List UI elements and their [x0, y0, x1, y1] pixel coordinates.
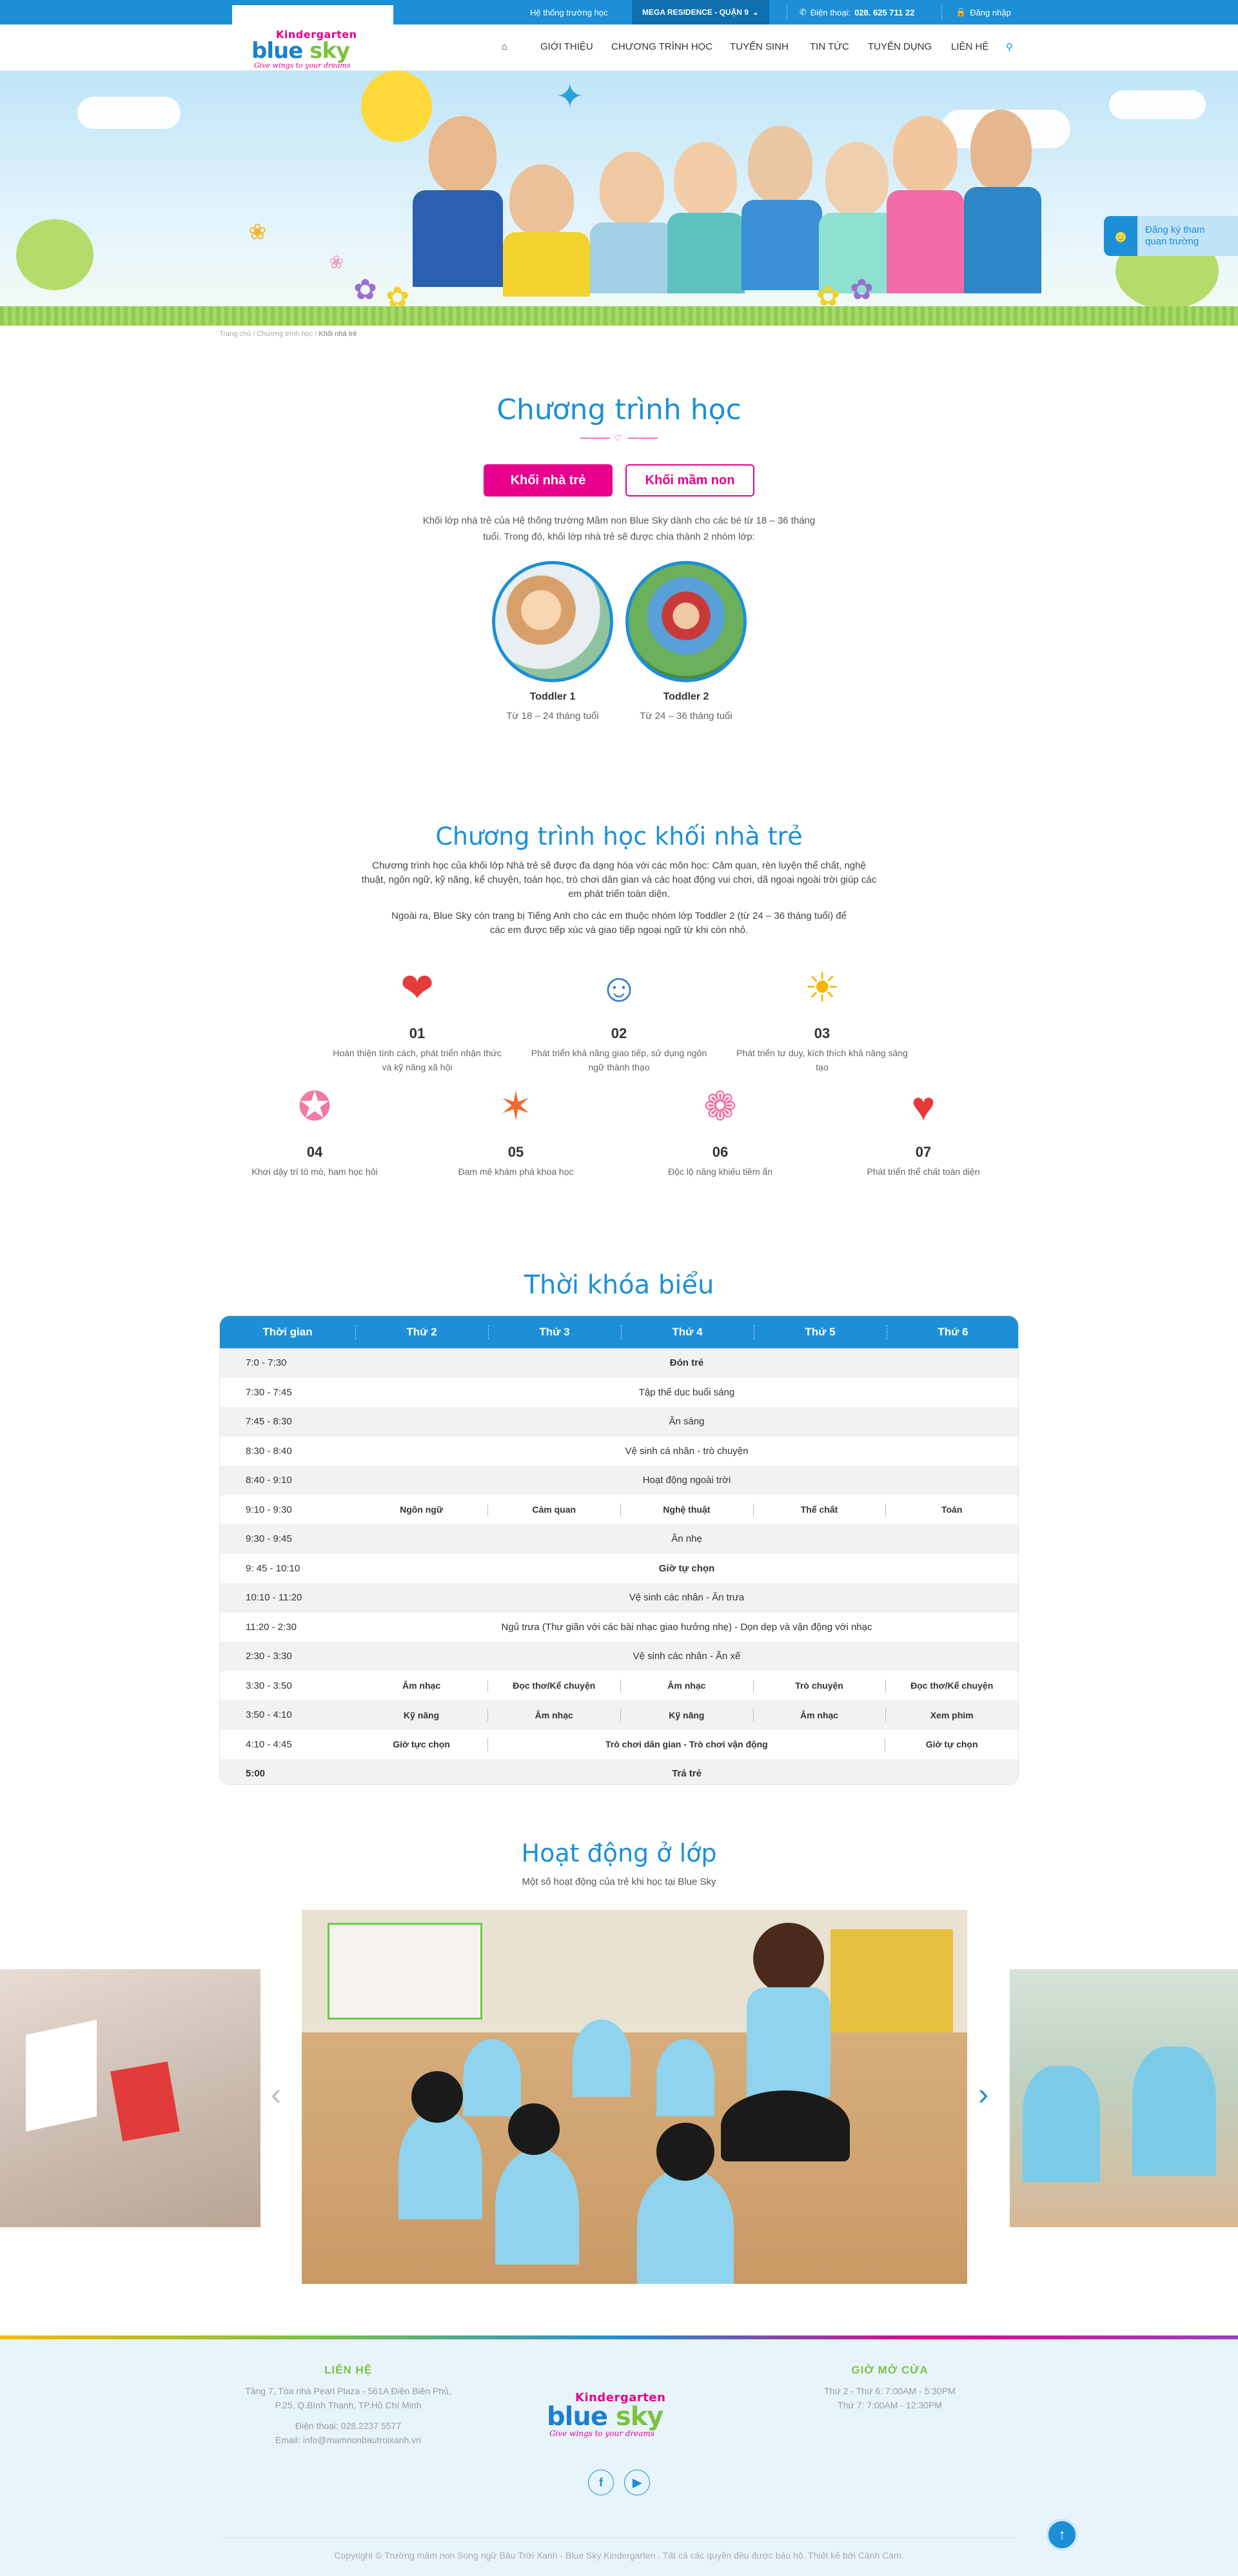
timetable-header: Thời gian Thứ 2 Thứ 3 Thứ 4 Thứ 5 Thứ 6 — [220, 1316, 1018, 1348]
heartbeat-icon: ♥ — [911, 1085, 936, 1129]
nav-admissions[interactable]: TUYỂN SINH — [730, 41, 789, 52]
system-label: Hệ thống trường học — [530, 7, 608, 17]
timetable-title: Thời khóa biểu — [524, 1270, 714, 1300]
breadcrumb-current: Khối nhà trẻ — [319, 330, 357, 338]
toddler1-name: Toddler 1 — [529, 691, 576, 702]
activities-subtitle: Một số hoạt động của trẻ khi học tại Blu… — [522, 1876, 716, 1887]
feature-item: ♥ 07 Phát triển thể chất toàn diện — [833, 1078, 1014, 1179]
curriculum-title: Chương trình học khối nhà trẻ — [435, 822, 803, 850]
toddler1-age: Từ 18 – 24 tháng tuổi — [506, 711, 599, 722]
footer-logo[interactable]: Kindergarten blue sky Give wings to your… — [547, 2391, 665, 2438]
copyright-text: Copyright © Trường mầm non Song ngữ Bầu … — [334, 2550, 904, 2561]
register-visit-button[interactable]: ☻ Đăng ký tham quan trường — [1104, 216, 1238, 256]
breadcrumb-programs[interactable]: Chương trình học — [257, 330, 313, 338]
tab-kindergarten[interactable]: Khối mầm non — [625, 464, 754, 497]
login-link[interactable]: 🔒 Đăng nhập — [956, 0, 1011, 25]
butterfly-icon: ❀ — [329, 252, 344, 272]
footer-contact: LIÊN HỆ Tầng 7, Tòa nhà Pearl Plaza - 56… — [219, 2363, 477, 2447]
flower-icon: ✿ — [353, 274, 377, 306]
flower-icon: ✿ — [850, 274, 874, 306]
brain-icon: ❁ — [703, 1085, 737, 1129]
feature-item: ☀ 03 Phát triển tư duy, kích thích khả n… — [732, 959, 912, 1074]
curriculum-paragraph-1: Chương trình học của khối lớp Nhà trẻ sẽ… — [361, 860, 877, 900]
carousel-prev-slide[interactable] — [0, 1969, 260, 2227]
carousel-current-slide — [302, 1910, 967, 2284]
branch-selector[interactable]: MEGA RESIDENCE - QUẬN 9 ⌄ — [632, 0, 769, 25]
toddler2-photo — [625, 561, 747, 682]
people-talking-icon: ☺ — [598, 966, 640, 1010]
nav-about[interactable]: GIỚI THIỆU — [540, 41, 593, 52]
table-row: 5:00 Trả trẻ — [220, 1759, 1018, 1784]
arrow-up-icon: ↑ — [1058, 2526, 1066, 2542]
feature-item: ❤ 01 Hoàn thiện tính cách, phát triển nh… — [327, 959, 507, 1074]
nav-contact[interactable]: LIÊN HỆ — [951, 41, 988, 52]
table-row: 9: 45 - 10:10 Giờ tự chọn — [246, 1562, 715, 1574]
timetable: Thời gian Thứ 2 Thứ 3 Thứ 4 Thứ 5 Thứ 6 … — [219, 1315, 1019, 1785]
activities-title: Hoạt động ở lớp — [521, 1839, 717, 1867]
table-row: 7:0 - 7:30 Đón trẻ — [220, 1348, 1018, 1378]
children-group-photo — [413, 103, 1041, 310]
table-row: 9:10 - 9:30 Ngôn ngữ Cảm quan Nghệ thuật Th… — [220, 1495, 1018, 1525]
table-row: 10:10 - 11:20 Vệ sinh các nhân - Ăn trưa — [220, 1583, 1018, 1613]
person-icon: ☻ — [1104, 216, 1137, 256]
bulb-mind-icon: ✪ — [298, 1085, 331, 1129]
feature-item: ✪ 04 Khơi dậy trí tò mò, ham học hỏi — [224, 1078, 405, 1179]
logo[interactable]: Kindergarten blue sky Give wings to your… — [251, 28, 357, 70]
molecule-icon: ✶ — [499, 1085, 533, 1129]
back-to-top-button[interactable]: ↑ — [1046, 2519, 1078, 2551]
nav-careers[interactable]: TUYỂN DỤNG — [868, 41, 932, 52]
program-title: Chương trình học — [496, 393, 742, 426]
lightbulb-idea-icon: ☀ — [804, 966, 840, 1010]
footer-email-link[interactable]: Email: info@mamnonbautroixanh.vn — [219, 2433, 477, 2447]
topbar-phone[interactable]: ✆ Điện thoại: 028. 625 711 22 — [800, 0, 914, 25]
breadcrumb-home[interactable]: Trang chủ — [219, 330, 251, 338]
program-intro: Khối lớp nhà trẻ của Hệ thống trường Mầm… — [422, 515, 816, 542]
table-row: 11:20 - 2:30 Ngủ trưa (Thư giãn với các b… — [246, 1621, 872, 1633]
carousel-prev-arrow[interactable]: ‹ — [271, 2079, 281, 2110]
search-icon[interactable]: ⚲ — [1006, 41, 1013, 53]
carousel-next-slide[interactable] — [1010, 1969, 1238, 2227]
table-row: 3:50 - 4:10 Kỹ năng Âm nhạc Kỹ năng Âm nhạc… — [220, 1700, 1018, 1730]
home-icon[interactable]: ⌂ — [502, 41, 507, 52]
heart-hands-icon: ❤ — [400, 966, 434, 1010]
hero-banner: ✦ ❀ ❀ ✿ ✿ ✿ ✿ — [0, 71, 1238, 326]
phone-icon: ✆ — [800, 7, 807, 17]
footer-hours: GIỜ MỞ CỬA Thứ 2 - Thứ 6: 7:00AM - 5:30P… — [824, 2364, 956, 2410]
toddler2-name: Toddler 2 — [663, 691, 709, 702]
feature-item: ❁ 06 Độc lộ năng khiếu tiềm ẩn — [630, 1078, 811, 1179]
toddler2-age: Từ 24 – 36 tháng tuổi — [640, 711, 732, 722]
table-row: 4:10 - 4:45 Giờ tực chọn Trò chơi dân gia… — [220, 1730, 1018, 1760]
tab-nursery[interactable]: Khối nhà trẻ — [484, 464, 613, 497]
table-row: 8:30 - 8:40 Vệ sinh cá nhân - trò chuyện — [246, 1445, 749, 1457]
table-row: 7:30 - 7:45 Tập thể dục buổi sáng — [246, 1386, 735, 1398]
table-row: 3:30 - 3:50 Âm nhạc Đọc thơ/Kể chuyện Âm n… — [220, 1671, 1018, 1701]
carousel-next-arrow[interactable]: › — [978, 2079, 988, 2110]
branch-name: MEGA RESIDENCE - QUẬN 9 — [642, 8, 749, 17]
table-row: 7:45 - 8:30 Ăn sáng — [220, 1407, 1018, 1437]
butterfly-icon: ❀ — [248, 220, 267, 244]
curriculum-paragraph-2: Ngoài ra, Blue Sky còn trang bị Tiếng An… — [391, 910, 847, 936]
youtube-icon[interactable]: ▶ — [624, 2470, 650, 2495]
feature-item: ☺ 02 Phát triển khả năng giao tiếp, sử d… — [529, 959, 709, 1074]
footer-divider — [219, 2537, 1019, 2538]
lock-icon: 🔒 — [956, 7, 967, 17]
title-divider: ♡ — [580, 433, 658, 443]
grass-strip — [0, 306, 1238, 326]
table-row: 2:30 - 3:30 Vệ sinh các nhân - Ăn xế — [220, 1642, 1018, 1671]
table-row: 9:30 - 9:45 Ăn nhẹ — [220, 1524, 1018, 1554]
nav-news[interactable]: TIN TỨC — [810, 41, 849, 52]
table-row: 8:40 - 9:10 Hoạt động ngoài trời — [220, 1466, 1018, 1495]
site-header: Kindergarten blue sky Give wings to your… — [0, 5, 1238, 71]
breadcrumb: Trang chủ / Chương trình học / Khối nhà … — [219, 330, 357, 338]
facebook-icon[interactable]: f — [588, 2470, 614, 2495]
toddler1-photo — [492, 561, 613, 682]
top-bar: Hệ thống trường học MEGA RESIDENCE - QUẬ… — [0, 0, 1238, 25]
nav-programs[interactable]: CHƯƠNG TRÌNH HỌC — [611, 41, 712, 52]
feature-item: ✶ 05 Đam mê khám phá khoa học — [426, 1078, 606, 1179]
heart-icon: ♡ — [614, 433, 622, 443]
timetable-body: 7:0 - 7:30 Đón trẻ 7:30 - 7:45 Tập thể dục… — [220, 1348, 1018, 1784]
logo-container: Kindergarten blue sky Give wings to your… — [232, 5, 393, 70]
chevron-down-icon: ⌄ — [752, 8, 759, 17]
